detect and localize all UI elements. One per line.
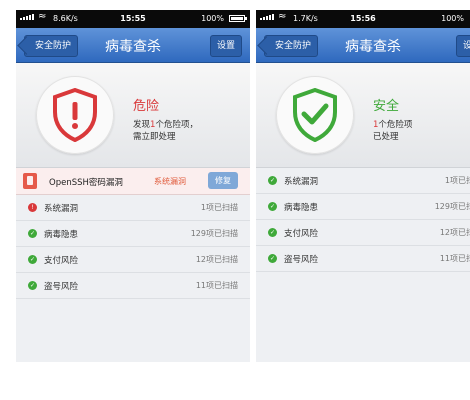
exclamation-circle-icon: ! xyxy=(28,203,37,212)
risk-status: 危险 xyxy=(133,99,160,114)
status-bar: ≈ 1.7K/s 15:56 100% xyxy=(256,10,470,28)
threat-type: 系统漏洞 xyxy=(154,177,186,186)
threat-name: OpenSSH密码漏洞 xyxy=(49,178,123,188)
settings-button[interactable]: 设置 xyxy=(209,35,242,57)
risk-summary: 发现1个危险项， xyxy=(133,120,198,130)
battery-icon xyxy=(229,15,247,22)
category-status: 11项已扫描 xyxy=(439,254,470,263)
page-title: 病毒查杀 xyxy=(345,39,401,55)
category-status: 129项已扫描 xyxy=(190,229,238,238)
phone-alert-icon xyxy=(23,173,37,189)
scan-result-panel: 危险 发现1个危险项， 需立即处理 xyxy=(16,63,250,168)
shield-check-icon xyxy=(293,88,337,142)
list-item[interactable]: ✓ 病毒隐患 129项已扫描 xyxy=(256,194,470,220)
category-status: 12项已扫描 xyxy=(439,228,470,237)
category-label: 盗号风险 xyxy=(284,255,319,265)
category-label: 系统漏洞 xyxy=(44,204,79,214)
category-label: 系统漏洞 xyxy=(284,177,319,187)
category-status: 1项已扫描 xyxy=(200,203,238,212)
category-label: 支付风险 xyxy=(44,256,79,266)
check-circle-icon: ✓ xyxy=(268,228,277,237)
list-item[interactable]: ✓ 系统漏洞 1项已扫描 xyxy=(256,168,470,194)
screen-danger: ≈ 8.6K/s 15:55 100% 安全防护 病毒查杀 设置 危险 发现1个… xyxy=(16,10,250,362)
category-label: 病毒隐患 xyxy=(284,203,319,213)
nav-bar: 安全防护 病毒查杀 设置 xyxy=(256,28,470,63)
battery-percent: 100% xyxy=(201,14,224,23)
risk-summary: 1个危险项 xyxy=(373,120,413,130)
category-status: 12项已扫描 xyxy=(195,255,238,264)
check-circle-icon: ✓ xyxy=(268,202,277,211)
scan-category-list: ! 系统漏洞 1项已扫描 ✓ 病毒隐患 129项已扫描 ✓ 支付风险 12项已扫… xyxy=(16,195,250,299)
shield-badge xyxy=(36,76,114,154)
threat-row[interactable]: OpenSSH密码漏洞 系统漏洞 修复 xyxy=(16,168,250,195)
check-circle-icon: ✓ xyxy=(28,229,37,238)
scan-result-panel: 安全 1个危险项 已处理 xyxy=(256,63,470,168)
list-item[interactable]: ✓ 盗号风险 11项已扫描 xyxy=(16,273,250,299)
risk-status: 安全 xyxy=(373,99,400,114)
risk-action: 已处理 xyxy=(373,132,399,142)
risk-action: 需立即处理 xyxy=(133,132,176,142)
shield-exclamation-icon xyxy=(53,88,97,142)
shield-badge xyxy=(276,76,354,154)
check-circle-icon: ✓ xyxy=(28,255,37,264)
battery-percent: 100% xyxy=(441,14,464,23)
nav-bar: 安全防护 病毒查杀 设置 xyxy=(16,28,250,63)
list-item[interactable]: ✓ 支付风险 12项已扫描 xyxy=(16,247,250,273)
category-label: 支付风险 xyxy=(284,229,319,239)
category-status: 129项已扫描 xyxy=(434,202,470,211)
settings-button[interactable]: 设置 xyxy=(455,35,470,57)
scan-category-list: ✓ 系统漏洞 1项已扫描 ✓ 病毒隐患 129项已扫描 ✓ 支付风险 12项已扫… xyxy=(256,168,470,272)
list-item[interactable]: ✓ 支付风险 12项已扫描 xyxy=(256,220,470,246)
list-item[interactable]: ✓ 病毒隐患 129项已扫描 xyxy=(16,221,250,247)
category-label: 病毒隐患 xyxy=(44,230,79,240)
list-item[interactable]: ! 系统漏洞 1项已扫描 xyxy=(16,195,250,221)
fix-button[interactable]: 修复 xyxy=(208,172,238,189)
check-circle-icon: ✓ xyxy=(268,254,277,263)
category-status: 11项已扫描 xyxy=(195,281,238,290)
clock: 15:56 xyxy=(350,14,376,23)
category-status: 1项已扫描 xyxy=(444,176,470,185)
check-circle-icon: ✓ xyxy=(28,281,37,290)
list-item[interactable]: ✓ 盗号风险 11项已扫描 xyxy=(256,246,470,272)
check-circle-icon: ✓ xyxy=(268,176,277,185)
screen-safe: ≈ 1.7K/s 15:56 100% 安全防护 病毒查杀 设置 安全 1个危险… xyxy=(256,10,470,362)
category-label: 盗号风险 xyxy=(44,282,79,292)
status-bar: ≈ 8.6K/s 15:55 100% xyxy=(16,10,250,28)
